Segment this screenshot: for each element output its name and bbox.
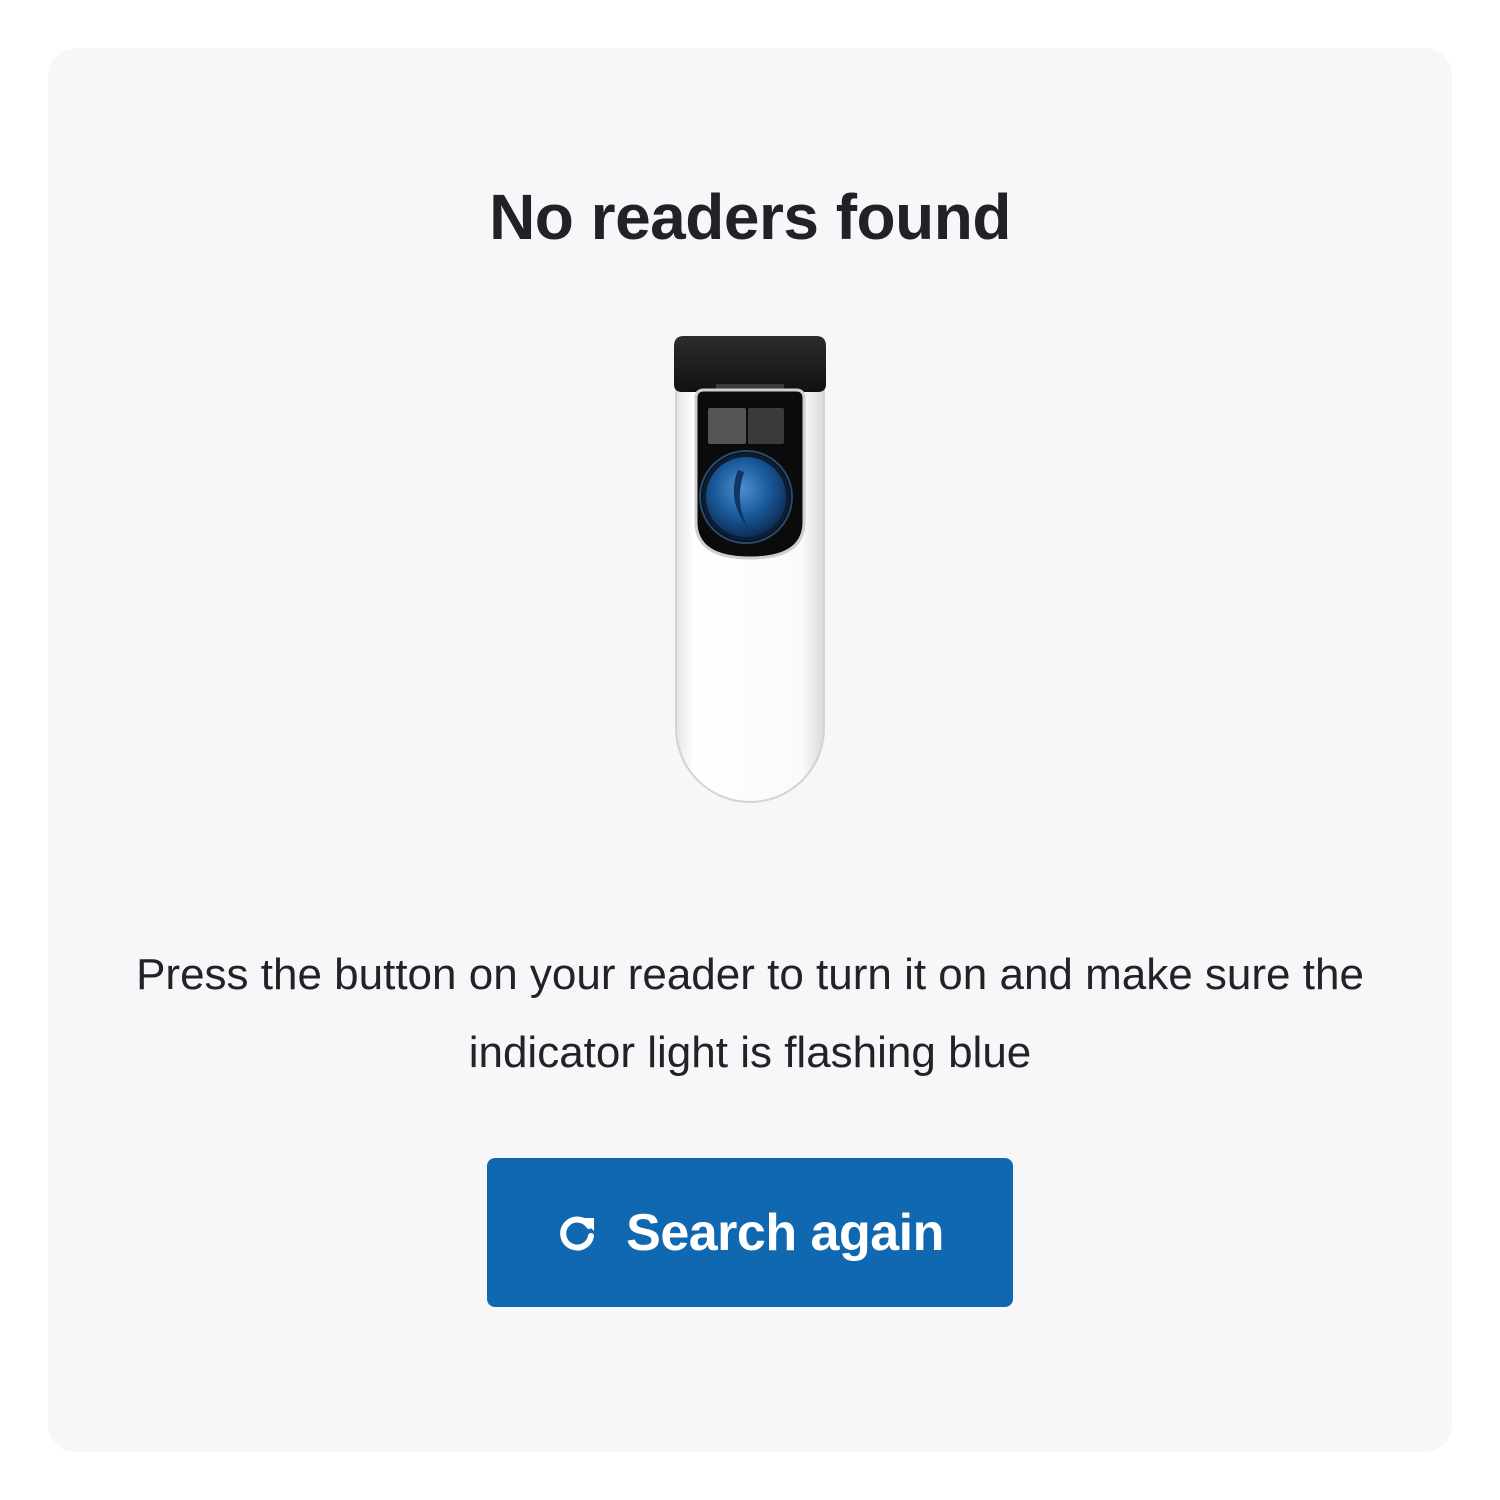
no-readers-card: No readers found Press the button on you… — [48, 48, 1452, 1452]
instruction-message: Press the button on your reader to turn … — [136, 950, 1364, 1077]
search-again-button[interactable]: Search again — [487, 1158, 1013, 1307]
card-reader-illustration — [674, 336, 826, 803]
search-again-label: Search again — [626, 1203, 944, 1262]
refresh-icon — [560, 1216, 595, 1251]
page-title: No readers found — [489, 181, 1011, 253]
indicator-lens — [702, 453, 790, 541]
reader-cap — [674, 336, 826, 392]
